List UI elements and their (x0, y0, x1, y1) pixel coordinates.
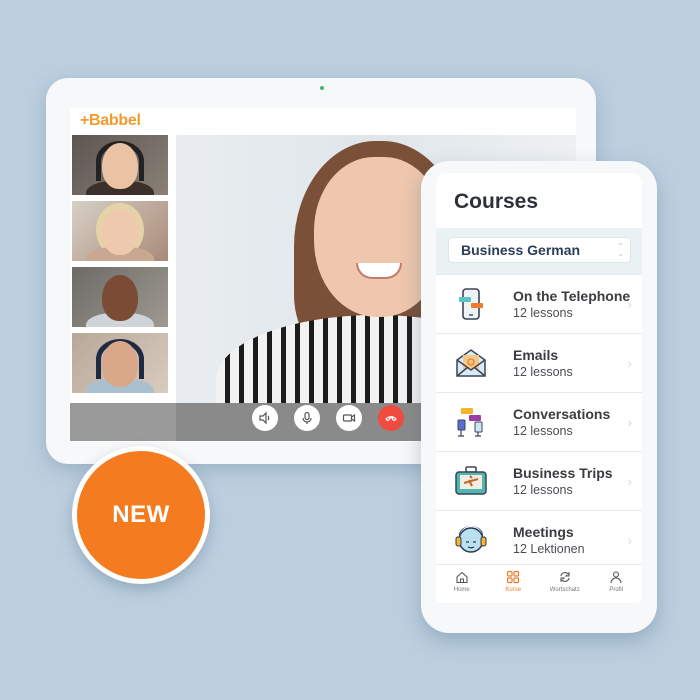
course-language-select[interactable]: Business German ⌃ ⌄ (448, 237, 631, 263)
course-title: On the Telephone (513, 288, 631, 304)
tab-kurse[interactable]: Kurse (488, 570, 538, 603)
course-item-meetings[interactable]: Meetings 12 Lektionen › (436, 510, 642, 569)
course-title: Conversations (513, 406, 611, 422)
microphone-button[interactable] (294, 405, 320, 431)
course-lesson-count: 12 lessons (513, 365, 573, 379)
hang-up-button[interactable] (378, 405, 404, 431)
chevron-right-icon: › (627, 415, 632, 430)
tab-label: Profil (609, 587, 624, 593)
chevron-right-icon: › (627, 356, 632, 371)
envelope-icon (456, 349, 486, 377)
babbel-logo: +Babbel (80, 112, 141, 129)
call-controls (252, 405, 404, 431)
selected-course: Business German (461, 242, 581, 258)
page-title: Courses (454, 190, 539, 213)
chevron-right-icon: › (627, 474, 632, 489)
select-arrows-icon: ⌃ ⌄ (617, 242, 624, 258)
chat-chairs-icon (457, 408, 483, 437)
course-lesson-count: 12 lessons (513, 306, 573, 320)
home-icon (456, 571, 468, 584)
brand-bar: +Babbel (70, 108, 576, 134)
camera-dot (320, 86, 324, 90)
hang-up-icon (385, 416, 397, 422)
participant-thumbnails (72, 135, 168, 393)
course-lesson-count: 12 Lektionen (513, 542, 585, 556)
participant-thumbnail[interactable] (72, 201, 168, 261)
course-title: Meetings (513, 524, 574, 540)
new-badge-label: NEW (112, 501, 170, 528)
telephone-icon (459, 288, 483, 320)
tab-home[interactable]: Home (437, 570, 487, 603)
phone-device: Courses Business German ⌃ ⌄ On the Teleph… (421, 161, 657, 633)
microphone-icon (302, 411, 312, 424)
course-item-conversations[interactable]: Conversations 12 lessons › (436, 392, 642, 451)
course-item-telephone[interactable]: On the Telephone 12 lessons › (436, 274, 642, 333)
refresh-icon (560, 571, 570, 583)
tab-label: Kurse (505, 587, 522, 593)
headset-person-icon (455, 526, 487, 553)
course-lesson-count: 12 lessons (513, 424, 573, 438)
grid-icon (507, 570, 520, 584)
course-list: On the Telephone 12 lessons › Emails 12 … (436, 274, 642, 569)
courses-screen: Courses Business German ⌃ ⌄ On the Teleph… (436, 173, 642, 603)
participant-thumbnail[interactable] (72, 267, 168, 327)
speaker-icon (259, 411, 270, 425)
tab-label: Wortschatz (549, 587, 580, 593)
course-item-business-trips[interactable]: Business Trips 12 lessons › (436, 451, 642, 510)
bottom-tab-bar: Home Kurse Wortschatz Profil (436, 564, 642, 603)
course-title: Business Trips (513, 465, 613, 481)
tab-label: Home (453, 587, 470, 593)
tab-wortschatz[interactable]: Wortschatz (540, 570, 590, 603)
video-button[interactable] (336, 405, 362, 431)
chevron-right-icon: › (627, 533, 632, 548)
participant-thumbnail[interactable] (72, 135, 168, 195)
course-title: Emails (513, 347, 559, 363)
tab-profil[interactable]: Profil (591, 570, 641, 603)
sidebar-footer (70, 403, 176, 441)
suitcase-icon (455, 466, 487, 495)
video-camera-icon (342, 413, 356, 423)
course-item-emails[interactable]: Emails 12 lessons › (436, 333, 642, 392)
speaker-button[interactable] (252, 405, 278, 431)
course-lesson-count: 12 lessons (513, 483, 573, 497)
profile-icon (610, 571, 622, 584)
chevron-right-icon: › (627, 297, 632, 312)
new-badge: NEW (72, 446, 210, 584)
participant-thumbnail[interactable] (72, 333, 168, 393)
